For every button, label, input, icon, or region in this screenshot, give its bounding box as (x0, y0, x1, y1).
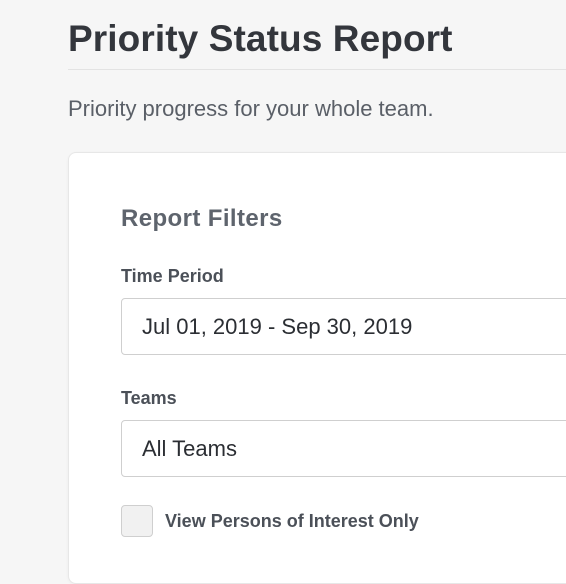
persons-of-interest-checkbox[interactable] (121, 505, 153, 537)
teams-select[interactable]: All Teams (121, 420, 566, 477)
title-divider (68, 69, 566, 70)
persons-of-interest-label[interactable]: View Persons of Interest Only (165, 511, 419, 532)
page-subtitle: Priority progress for your whole team. (68, 96, 434, 121)
report-filters-card: Report Filters Time Period Jul 01, 2019 … (68, 152, 566, 584)
time-period-input[interactable]: Jul 01, 2019 - Sep 30, 2019 (121, 298, 566, 355)
persons-of-interest-row: View Persons of Interest Only (121, 505, 419, 537)
time-period-label: Time Period (121, 266, 224, 286)
report-filters-heading: Report Filters (121, 205, 283, 232)
teams-label: Teams (121, 388, 177, 408)
page-title: Priority Status Report (68, 18, 453, 59)
